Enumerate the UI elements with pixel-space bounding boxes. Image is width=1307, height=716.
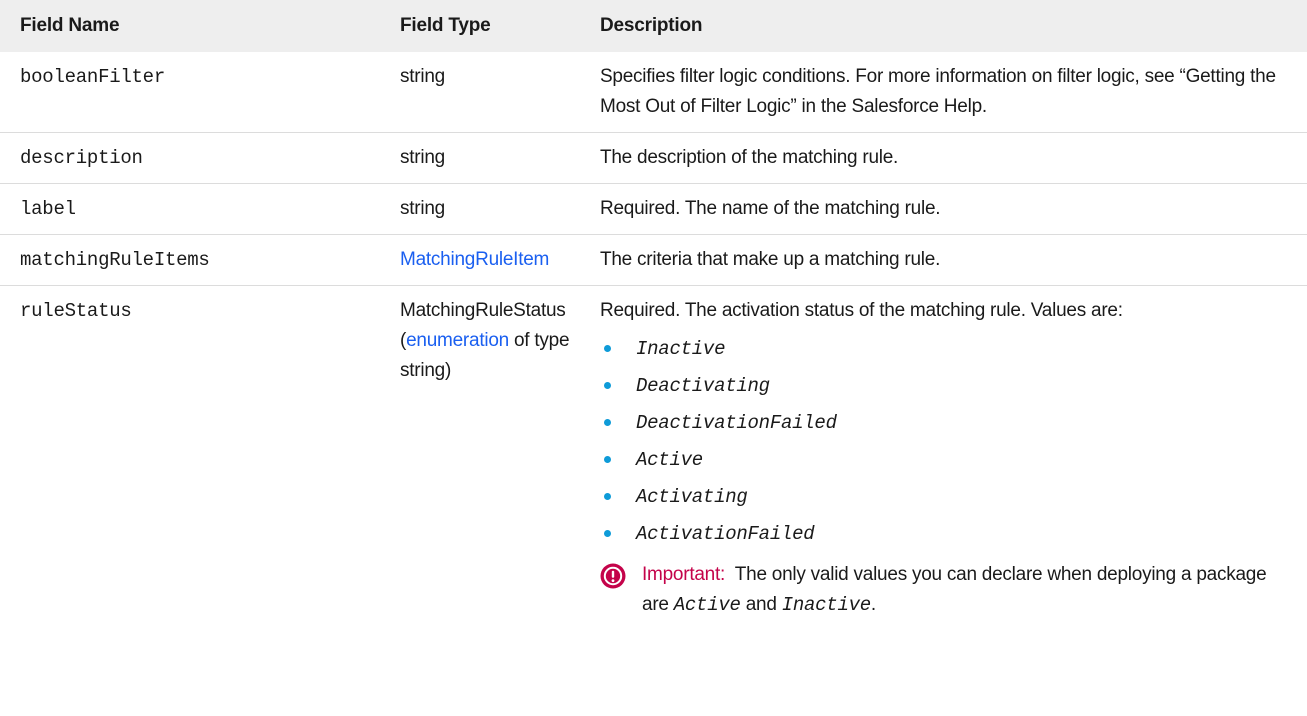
description-cell: Required. The name of the matching rule. bbox=[596, 183, 1307, 235]
list-item: Activating bbox=[600, 478, 1293, 515]
note-period: . bbox=[870, 594, 876, 615]
header-field-type: Field Type bbox=[390, 0, 596, 52]
field-type-cell: string bbox=[390, 132, 596, 184]
field-type-cell: MatchingRuleStatus (enumeration of type … bbox=[390, 286, 596, 631]
bullet-icon bbox=[604, 345, 611, 352]
matching-rule-item-link[interactable]: MatchingRuleItem bbox=[400, 249, 549, 270]
note-value-active: Active bbox=[673, 594, 741, 616]
status-value: Inactive bbox=[636, 338, 726, 360]
field-name-cell: booleanFilter bbox=[0, 52, 390, 133]
header-field-name: Field Name bbox=[0, 0, 390, 52]
bullet-icon bbox=[604, 493, 611, 500]
table-row: matchingRuleItems MatchingRuleItem The c… bbox=[0, 234, 1307, 286]
table-row: booleanFilter string Specifies filter lo… bbox=[0, 52, 1307, 133]
field-name-cell: matchingRuleItems bbox=[0, 234, 390, 286]
note-value-inactive: Inactive bbox=[781, 594, 871, 616]
enumeration-link[interactable]: enumeration bbox=[406, 330, 509, 351]
bullet-icon bbox=[604, 530, 611, 537]
list-item: DeactivationFailed bbox=[600, 404, 1293, 441]
status-value: ActivationFailed bbox=[636, 523, 815, 545]
important-note: Important: The only valid values you can… bbox=[600, 560, 1293, 620]
list-item: Active bbox=[600, 441, 1293, 478]
bullet-icon bbox=[604, 456, 611, 463]
note-joiner: and bbox=[745, 594, 777, 615]
description-cell: Required. The activation status of the m… bbox=[596, 286, 1307, 631]
important-icon bbox=[600, 563, 626, 589]
list-item: Deactivating bbox=[600, 367, 1293, 404]
table-row: description string The description of th… bbox=[0, 132, 1307, 184]
list-item: Inactive bbox=[600, 330, 1293, 367]
table-row: label string Required. The name of the m… bbox=[0, 183, 1307, 235]
bullet-icon bbox=[604, 382, 611, 389]
list-item: ActivationFailed bbox=[600, 515, 1293, 552]
description-cell: Specifies filter logic conditions. For m… bbox=[596, 52, 1307, 133]
fields-table: Field Name Field Type Description boolea… bbox=[0, 0, 1307, 630]
status-description: Required. The activation status of the m… bbox=[600, 300, 1123, 321]
status-value: Activating bbox=[636, 486, 748, 508]
field-name-cell: ruleStatus bbox=[20, 300, 132, 322]
field-name-cell: description bbox=[0, 132, 390, 184]
table-header-row: Field Name Field Type Description bbox=[0, 0, 1307, 52]
field-name-cell: label bbox=[0, 183, 390, 235]
status-value: DeactivationFailed bbox=[636, 412, 837, 434]
status-value: Deactivating bbox=[636, 375, 770, 397]
table-row: ruleStatus MatchingRuleStatus (enumerati… bbox=[0, 286, 1307, 631]
field-type-cell: MatchingRuleItem bbox=[390, 234, 596, 286]
header-description: Description bbox=[596, 0, 1307, 52]
important-label: Important: bbox=[642, 564, 726, 585]
description-cell: The description of the matching rule. bbox=[596, 132, 1307, 184]
field-type-cell: string bbox=[390, 183, 596, 235]
status-values-list: Inactive Deactivating DeactivationFailed… bbox=[600, 330, 1293, 552]
description-cell: The criteria that make up a matching rul… bbox=[596, 234, 1307, 286]
status-value: Active bbox=[636, 449, 703, 471]
field-type-cell: string bbox=[390, 52, 596, 133]
bullet-icon bbox=[604, 419, 611, 426]
